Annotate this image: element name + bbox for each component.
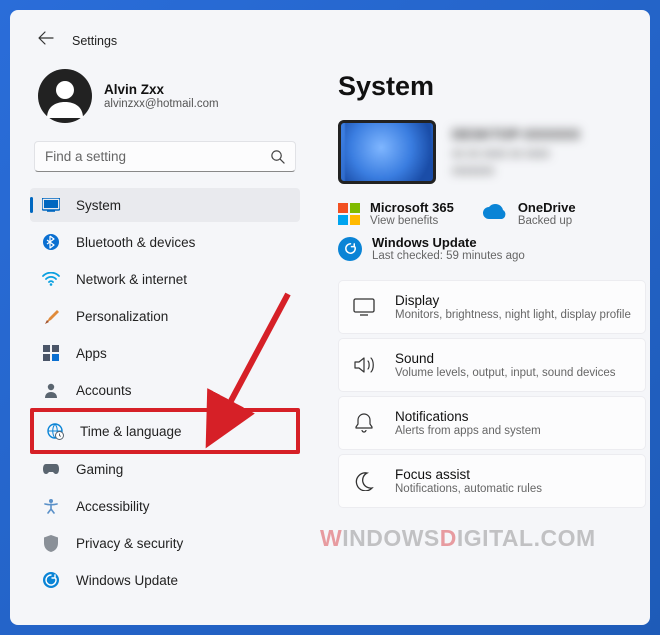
card-sub: Volume levels, output, input, sound devi…	[395, 367, 616, 379]
apps-icon	[42, 344, 60, 362]
cards-list: Display Monitors, brightness, night ligh…	[338, 280, 646, 508]
nav-windows-update[interactable]: Windows Update	[30, 563, 300, 597]
nav-bluetooth[interactable]: Bluetooth & devices	[30, 225, 300, 259]
system-icon	[42, 196, 60, 214]
cloud-icon	[482, 202, 508, 225]
user-block[interactable]: Alvin Zxx alvinzxx@hotmail.com	[30, 65, 300, 141]
gamepad-icon	[42, 460, 60, 478]
card-sub: Notifications, automatic rules	[395, 483, 542, 495]
arrow-left-icon	[38, 30, 54, 46]
speaker-icon	[353, 354, 375, 376]
device-thumbnail[interactable]	[338, 120, 436, 184]
nav-accounts[interactable]: Accounts	[30, 373, 300, 407]
search-box[interactable]	[34, 141, 296, 172]
windows-update-row[interactable]: Windows Update Last checked: 59 minutes …	[338, 235, 646, 262]
card-sub: Alerts from apps and system	[395, 425, 541, 437]
nav-accessibility[interactable]: Accessibility	[30, 489, 300, 523]
settings-window: Settings Alvin Zxx alvinzxx@hotmail.com	[10, 10, 650, 625]
nav-label: Apps	[76, 346, 107, 361]
nav-network[interactable]: Network & internet	[30, 262, 300, 296]
microsoft-logo-icon	[338, 203, 360, 225]
promo-sub: Backed up	[518, 215, 576, 227]
card-sound[interactable]: Sound Volume levels, output, input, soun…	[338, 338, 646, 392]
card-title: Focus assist	[395, 467, 542, 482]
nav-privacy[interactable]: Privacy & security	[30, 526, 300, 560]
sync-icon	[338, 237, 362, 261]
promo-sub: View benefits	[370, 215, 454, 227]
card-title: Sound	[395, 351, 616, 366]
titlebar: Settings	[10, 30, 650, 65]
brush-icon	[42, 307, 60, 325]
sidebar: Alvin Zxx alvinzxx@hotmail.com System Bl…	[10, 65, 314, 622]
main-pane: System DESKTOP-XXXXXXxx xx xxxx xx xxxxx…	[314, 65, 650, 622]
nav-label: Personalization	[76, 309, 168, 324]
shield-icon	[42, 534, 60, 552]
card-display[interactable]: Display Monitors, brightness, night ligh…	[338, 280, 646, 334]
nav-label: Bluetooth & devices	[76, 235, 195, 250]
nav-label: Privacy & security	[76, 536, 183, 551]
card-sub: Monitors, brightness, night light, displ…	[395, 309, 631, 321]
nav-label: Accounts	[76, 383, 132, 398]
nav-time-language[interactable]: Time & language	[34, 412, 296, 450]
promo-title: Microsoft 365	[370, 200, 454, 215]
promo-row: Microsoft 365 View benefits OneDrive Bac…	[338, 200, 646, 227]
app-title: Settings	[72, 34, 117, 48]
annotation-highlight: Time & language	[30, 408, 300, 454]
nav-label: Accessibility	[76, 499, 150, 514]
person-icon	[42, 381, 60, 399]
body: Alvin Zxx alvinzxx@hotmail.com System Bl…	[10, 65, 650, 622]
bloom-wallpaper-icon	[345, 120, 431, 184]
nav-label: System	[76, 198, 121, 213]
nav-apps[interactable]: Apps	[30, 336, 300, 370]
user-text: Alvin Zxx alvinzxx@hotmail.com	[104, 82, 219, 110]
wifi-icon	[42, 270, 60, 288]
accessibility-icon	[42, 497, 60, 515]
moon-icon	[353, 470, 375, 492]
card-notifications[interactable]: Notifications Alerts from apps and syste…	[338, 396, 646, 450]
bluetooth-icon	[42, 233, 60, 251]
bell-icon	[353, 412, 375, 434]
promo-title: OneDrive	[518, 200, 576, 215]
globe-clock-icon	[46, 422, 64, 440]
device-info: DESKTOP-XXXXXXxx xx xxxx xx xxxxxxxxxxx	[452, 125, 580, 178]
card-title: Notifications	[395, 409, 541, 424]
update-title: Windows Update	[372, 235, 525, 250]
nav-label: Time & language	[80, 424, 182, 439]
promo-microsoft365[interactable]: Microsoft 365 View benefits	[338, 200, 454, 227]
user-email: alvinzxx@hotmail.com	[104, 98, 219, 110]
nav-system[interactable]: System	[30, 188, 300, 222]
update-sub: Last checked: 59 minutes ago	[372, 250, 525, 262]
nav-list: System Bluetooth & devices Network & int…	[30, 188, 300, 597]
card-focus-assist[interactable]: Focus assist Notifications, automatic ru…	[338, 454, 646, 508]
avatar-icon	[43, 74, 87, 118]
nav-label: Windows Update	[76, 573, 178, 588]
promo-onedrive[interactable]: OneDrive Backed up	[482, 200, 576, 227]
page-title: System	[338, 65, 646, 120]
nav-label: Gaming	[76, 462, 123, 477]
nav-label: Network & internet	[76, 272, 187, 287]
device-row: DESKTOP-XXXXXXxx xx xxxx xx xxxxxxxxxxx	[338, 120, 646, 184]
update-icon	[42, 571, 60, 589]
search-input[interactable]	[45, 149, 270, 164]
card-title: Display	[395, 293, 631, 308]
back-button[interactable]	[38, 30, 54, 51]
monitor-icon	[353, 296, 375, 318]
user-name: Alvin Zxx	[104, 82, 219, 97]
nav-gaming[interactable]: Gaming	[30, 452, 300, 486]
nav-personalization[interactable]: Personalization	[30, 299, 300, 333]
avatar	[38, 69, 92, 123]
search-icon	[270, 149, 285, 164]
